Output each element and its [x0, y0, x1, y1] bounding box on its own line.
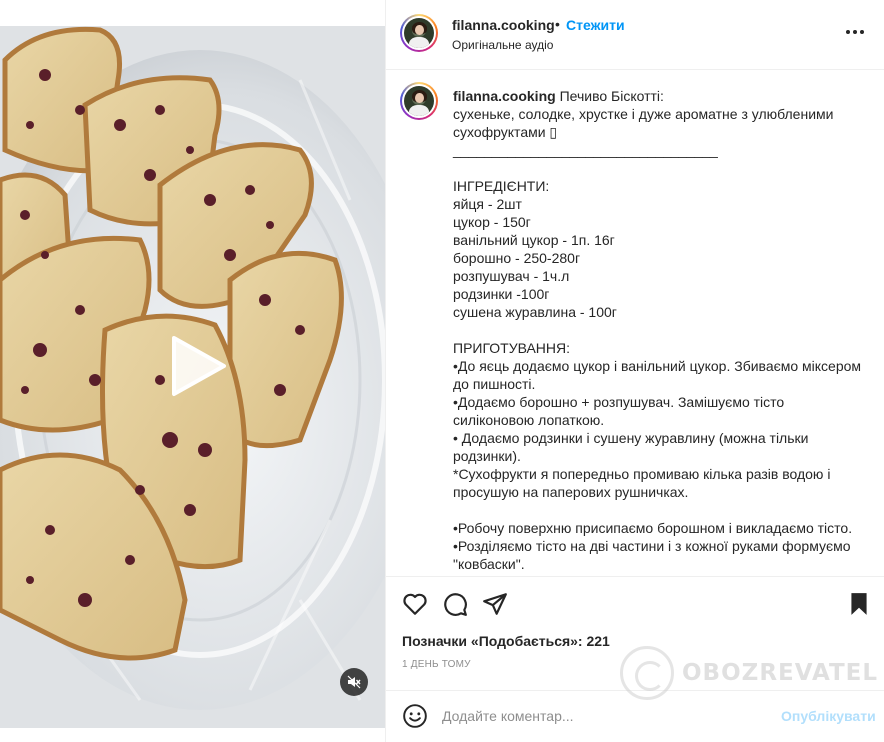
comment-icon[interactable] [442, 591, 468, 617]
more-horizontal-icon[interactable] [840, 22, 870, 42]
caption-scroll-area[interactable]: filanna.cooking Печиво Біскотті: сухеньк… [386, 70, 884, 576]
action-bar: Позначки «Подобається»: 221 1 день тому [386, 576, 884, 696]
publish-button[interactable]: Опублікувати [781, 708, 876, 724]
post-caption: filanna.cooking Печиво Біскотті: сухеньк… [453, 87, 863, 573]
play-icon[interactable] [160, 330, 232, 402]
media-bottom-strip [0, 728, 385, 742]
comment-input[interactable] [442, 705, 772, 727]
post-sidebar: filanna.cooking • Стежити Оригінальне ау… [385, 0, 884, 742]
post-media[interactable] [0, 0, 385, 742]
heart-icon[interactable] [402, 591, 428, 617]
separator-dot: • [555, 16, 560, 32]
caption-username[interactable]: filanna.cooking [453, 88, 556, 104]
follow-button[interactable]: Стежити [566, 17, 625, 33]
emoji-icon[interactable] [402, 703, 428, 729]
author-username[interactable]: filanna.cooking [452, 17, 555, 33]
send-icon[interactable] [482, 591, 508, 617]
muted-speaker-icon[interactable] [340, 668, 368, 696]
likes-count[interactable]: Позначки «Подобається»: 221 [402, 633, 610, 649]
media-top-strip [0, 0, 385, 26]
post-time[interactable]: 1 день тому [402, 659, 471, 670]
comment-bar: Опублікувати [386, 690, 884, 742]
audio-label[interactable]: Оригінальне аудіо [452, 38, 553, 52]
avatar[interactable] [400, 82, 438, 120]
bookmark-icon[interactable] [846, 591, 872, 617]
avatar[interactable] [400, 14, 438, 52]
post-header: filanna.cooking • Стежити Оригінальне ау… [386, 0, 884, 70]
caption-text: Печиво Біскотті: сухеньке, солодке, хрус… [453, 88, 862, 572]
